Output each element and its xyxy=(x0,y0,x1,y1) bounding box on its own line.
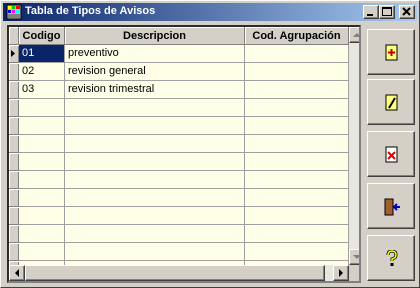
exit-door-icon xyxy=(384,198,400,216)
row-indicator-column xyxy=(9,45,19,281)
grid-cell-descripcion[interactable] xyxy=(65,189,245,207)
grid-cell-codigo[interactable] xyxy=(19,243,65,261)
add-record-button[interactable] xyxy=(367,29,415,75)
help-button[interactable] xyxy=(367,235,415,281)
column-header-agrupacion[interactable]: Cod. Agrupación xyxy=(245,27,349,45)
grid-cell-descripcion[interactable]: revision general xyxy=(65,63,245,81)
row-indicator[interactable] xyxy=(9,45,19,63)
add-record-icon xyxy=(385,44,398,61)
row-indicator[interactable] xyxy=(9,171,19,189)
delete-record-icon xyxy=(385,146,398,163)
grid-cell-descripcion[interactable] xyxy=(65,171,245,189)
grid-cell-agrupacion[interactable] xyxy=(245,135,349,153)
scroll-down-button[interactable] xyxy=(349,249,359,265)
row-indicator[interactable] xyxy=(9,243,19,261)
grid-cell-agrupacion[interactable] xyxy=(245,207,349,225)
row-indicator[interactable] xyxy=(9,135,19,153)
grid-cell-agrupacion[interactable] xyxy=(245,153,349,171)
scroll-left-button[interactable] xyxy=(9,265,25,281)
vertical-scrollbar[interactable] xyxy=(349,27,359,265)
grid-cell-descripcion[interactable] xyxy=(65,135,245,153)
grid-cell-codigo[interactable] xyxy=(19,117,65,135)
row-indicator[interactable] xyxy=(9,63,19,81)
row-indicator[interactable] xyxy=(9,81,19,99)
delete-record-button[interactable] xyxy=(367,131,415,177)
grid-cell-codigo[interactable] xyxy=(19,135,65,153)
minimize-button[interactable] xyxy=(363,5,379,19)
column-header-codigo[interactable]: Codigo xyxy=(19,27,65,45)
scroll-right-button[interactable] xyxy=(333,265,349,281)
grid-viewport: Codigo Descripcion Cod. Agrupación 01 pre… xyxy=(9,27,359,281)
grid-cell-agrupacion[interactable] xyxy=(245,45,349,63)
grid-cell-codigo[interactable] xyxy=(19,153,65,171)
arrow-up-icon xyxy=(353,33,359,37)
close-button[interactable] xyxy=(399,5,415,19)
current-row-arrow-icon xyxy=(11,50,15,57)
grid-cell-agrupacion[interactable] xyxy=(245,189,349,207)
grid-cell-codigo[interactable]: 03 xyxy=(19,81,65,99)
data-grid: Codigo Descripcion Cod. Agrupación 01 pre… xyxy=(7,25,361,283)
horizontal-scroll-thumb[interactable] xyxy=(25,265,325,281)
row-indicator[interactable] xyxy=(9,189,19,207)
grid-cell-descripcion[interactable] xyxy=(65,99,245,117)
maximize-icon xyxy=(382,7,392,16)
exit-button[interactable] xyxy=(367,183,415,229)
grid-cell-descripcion[interactable] xyxy=(65,117,245,135)
grid-cell-descripcion[interactable] xyxy=(65,207,245,225)
grid-cell-descripcion[interactable] xyxy=(65,225,245,243)
grid-cell-agrupacion[interactable] xyxy=(245,99,349,117)
grid-cell-codigo[interactable] xyxy=(19,225,65,243)
app-icon xyxy=(6,4,22,20)
window-title: Tabla de Tipos de Avisos xyxy=(25,5,156,17)
row-indicator[interactable] xyxy=(9,99,19,117)
row-indicator[interactable] xyxy=(9,153,19,171)
horizontal-scrollbar[interactable] xyxy=(9,265,349,281)
close-icon xyxy=(402,7,411,16)
grid-cell-descripcion[interactable]: preventivo xyxy=(65,45,245,63)
grid-cell-agrupacion[interactable] xyxy=(245,117,349,135)
arrow-right-icon xyxy=(339,269,343,277)
grid-cell-codigo[interactable] xyxy=(19,189,65,207)
minimize-icon xyxy=(367,14,373,16)
grid-cell-agrupacion[interactable] xyxy=(245,225,349,243)
edit-record-icon xyxy=(385,94,398,111)
grid-cell-codigo[interactable] xyxy=(19,207,65,225)
arrow-left-icon xyxy=(15,269,19,277)
grid-cell-agrupacion[interactable] xyxy=(245,81,349,99)
grid-rows: 01 preventivo 02 revision general 03 revision… xyxy=(19,45,349,281)
main-window: Tabla de Tipos de Avisos Codigo Descripc… xyxy=(0,0,420,288)
maximize-button[interactable] xyxy=(379,5,395,19)
grid-cell-codigo[interactable] xyxy=(19,171,65,189)
grid-cell-codigo[interactable]: 02 xyxy=(19,63,65,81)
edit-record-button[interactable] xyxy=(367,79,415,125)
grid-cell-descripcion[interactable] xyxy=(65,153,245,171)
grid-cell-agrupacion[interactable] xyxy=(245,243,349,261)
row-indicator[interactable] xyxy=(9,207,19,225)
grid-cell-agrupacion[interactable] xyxy=(245,171,349,189)
arrow-down-icon xyxy=(353,255,359,259)
row-indicator[interactable] xyxy=(9,117,19,135)
row-indicator[interactable] xyxy=(9,225,19,243)
column-header-descripcion[interactable]: Descripcion xyxy=(65,27,245,45)
grid-cell-descripcion[interactable]: revision trimestral xyxy=(65,81,245,99)
grid-cell-codigo[interactable] xyxy=(19,99,65,117)
header-corner xyxy=(9,27,19,45)
grid-cell-descripcion[interactable] xyxy=(65,243,245,261)
grid-cell-codigo[interactable]: 01 xyxy=(19,45,65,63)
title-bar[interactable]: Tabla de Tipos de Avisos xyxy=(3,3,417,21)
help-question-icon xyxy=(386,250,398,266)
grid-cell-agrupacion[interactable] xyxy=(245,63,349,81)
scroll-up-button[interactable] xyxy=(349,27,359,43)
